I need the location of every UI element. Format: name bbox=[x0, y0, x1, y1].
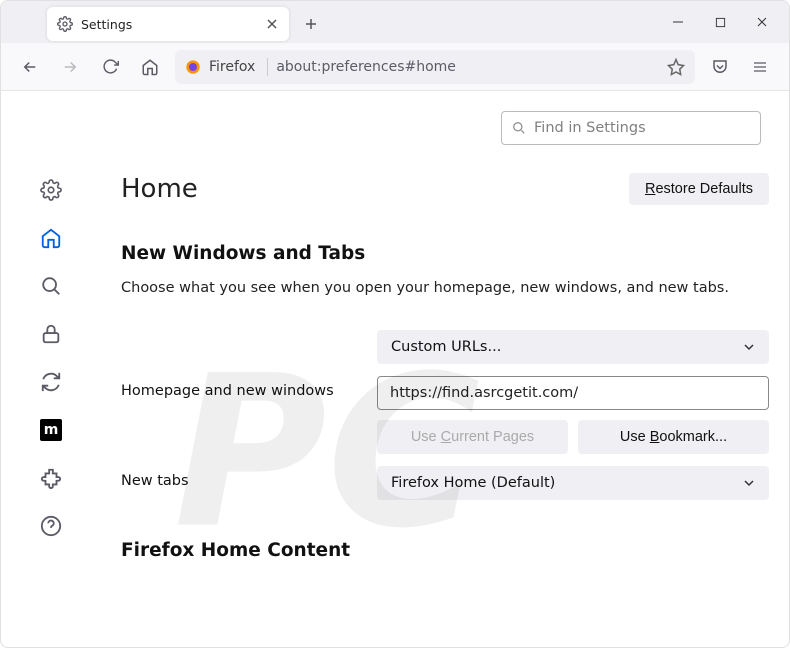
minimize-button[interactable] bbox=[657, 6, 699, 38]
sidebar-home[interactable] bbox=[40, 227, 62, 249]
close-icon[interactable] bbox=[265, 17, 279, 31]
reload-button[interactable] bbox=[95, 52, 125, 82]
close-window-button[interactable] bbox=[741, 6, 783, 38]
section-new-windows-title: New Windows and Tabs bbox=[121, 243, 769, 264]
bookmark-star-icon[interactable] bbox=[667, 58, 685, 76]
homepage-url-value: https://find.asrcgetit.com/ bbox=[390, 385, 578, 401]
sidebar-general[interactable] bbox=[40, 179, 62, 201]
browser-tab[interactable]: Settings bbox=[47, 7, 289, 41]
separator bbox=[267, 58, 268, 76]
search-icon bbox=[512, 121, 526, 135]
url-identity: Firefox bbox=[209, 59, 255, 75]
use-current-pages-button[interactable]: Use Current Pages bbox=[377, 420, 568, 454]
firefox-icon bbox=[185, 59, 201, 75]
search-placeholder: Find in Settings bbox=[534, 120, 646, 136]
homepage-mode-value: Custom URLs... bbox=[391, 339, 501, 355]
newtabs-value: Firefox Home (Default) bbox=[391, 475, 555, 491]
new-tab-button[interactable] bbox=[297, 10, 325, 38]
newtabs-label: New tabs bbox=[121, 466, 367, 489]
sidebar-help[interactable] bbox=[40, 515, 62, 537]
maximize-button[interactable] bbox=[699, 6, 741, 38]
sidebar-sync[interactable] bbox=[40, 371, 62, 393]
pocket-button[interactable] bbox=[705, 52, 735, 82]
homepage-url-input[interactable]: https://find.asrcgetit.com/ bbox=[377, 376, 769, 410]
restore-defaults-button[interactable]: Restore Defaults bbox=[629, 173, 769, 205]
homepage-mode-select[interactable]: Custom URLs... bbox=[377, 330, 769, 364]
section-new-windows-desc: Choose what you see when you open your h… bbox=[121, 278, 769, 298]
newtabs-select[interactable]: Firefox Home (Default) bbox=[377, 466, 769, 500]
chevron-down-icon bbox=[743, 477, 755, 489]
settings-search[interactable]: Find in Settings bbox=[501, 111, 761, 145]
use-bookmark-button[interactable]: Use Bookmark... bbox=[578, 420, 769, 454]
sidebar-privacy[interactable] bbox=[40, 323, 62, 345]
chevron-down-icon bbox=[743, 341, 755, 353]
sidebar-more[interactable]: m bbox=[40, 419, 62, 441]
menu-button[interactable] bbox=[745, 52, 775, 82]
section-home-content-title: Firefox Home Content bbox=[121, 540, 769, 561]
home-button[interactable] bbox=[135, 52, 165, 82]
forward-button[interactable] bbox=[55, 52, 85, 82]
sidebar-search[interactable] bbox=[40, 275, 62, 297]
back-button[interactable] bbox=[15, 52, 45, 82]
tab-title: Settings bbox=[81, 17, 265, 32]
homepage-label: Homepage and new windows bbox=[121, 376, 367, 399]
url-bar[interactable]: Firefox about:preferences#home bbox=[175, 50, 695, 84]
gear-icon bbox=[57, 16, 73, 32]
url-text: about:preferences#home bbox=[276, 59, 659, 75]
page-title: Home bbox=[121, 174, 198, 204]
sidebar-extensions[interactable] bbox=[40, 467, 62, 489]
